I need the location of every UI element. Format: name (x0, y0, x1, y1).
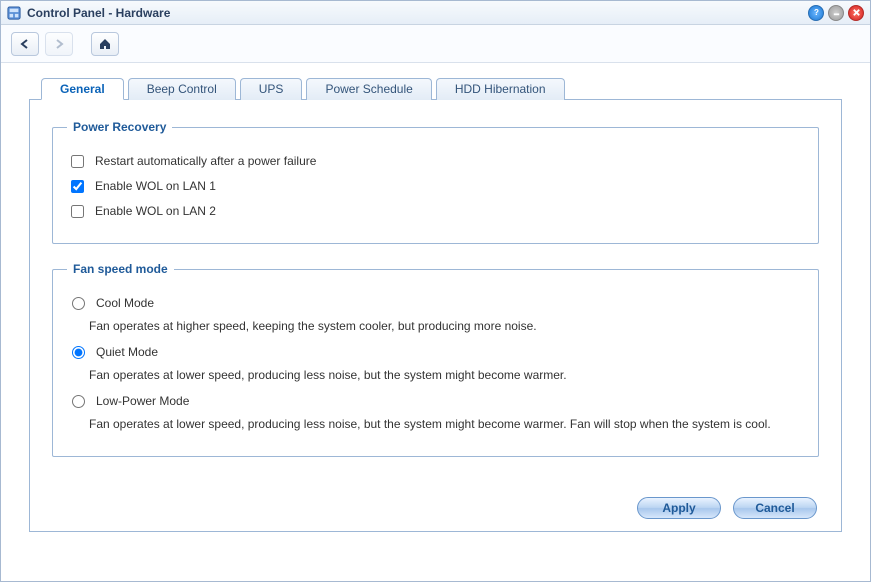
nav-toolbar (1, 25, 870, 63)
power-recovery-legend: Power Recovery (67, 120, 172, 134)
radio-input[interactable] (72, 346, 85, 359)
tab-general[interactable]: General (41, 78, 124, 100)
radio-input[interactable] (72, 297, 85, 310)
radio-quiet-desc: Fan operates at lower speed, producing l… (89, 367, 804, 384)
tab-ups[interactable]: UPS (240, 78, 303, 100)
radio-quiet-mode[interactable]: Quiet Mode (67, 345, 804, 359)
titlebar: Control Panel - Hardware ? (1, 1, 870, 25)
radio-label: Low-Power Mode (96, 394, 189, 408)
minimize-button[interactable] (828, 5, 844, 21)
tab-panel-general: Power Recovery Restart automatically aft… (29, 100, 842, 532)
window-buttons: ? (808, 5, 864, 21)
window-title: Control Panel - Hardware (27, 6, 808, 20)
forward-button[interactable] (45, 32, 73, 56)
checkbox-label: Enable WOL on LAN 1 (95, 179, 216, 193)
checkbox-label: Enable WOL on LAN 2 (95, 204, 216, 218)
svg-text:?: ? (814, 8, 819, 17)
tab-strip: General Beep Control UPS Power Schedule … (29, 77, 842, 100)
apply-button[interactable]: Apply (637, 497, 721, 519)
close-button[interactable] (848, 5, 864, 21)
tab-label: HDD Hibernation (455, 82, 546, 96)
checkbox-input[interactable] (71, 180, 84, 193)
dialog-buttons: Apply Cancel (637, 497, 817, 519)
checkbox-label: Restart automatically after a power fail… (95, 154, 316, 168)
checkbox-input[interactable] (71, 205, 84, 218)
power-recovery-group: Power Recovery Restart automatically aft… (52, 120, 819, 244)
tab-label: UPS (259, 82, 284, 96)
radio-label: Quiet Mode (96, 345, 158, 359)
radio-label: Cool Mode (96, 296, 154, 310)
radio-input[interactable] (72, 395, 85, 408)
tab-power-schedule[interactable]: Power Schedule (306, 78, 431, 100)
radio-cool-mode[interactable]: Cool Mode (67, 296, 804, 310)
checkbox-wol-lan2[interactable]: Enable WOL on LAN 2 (67, 204, 804, 221)
tab-label: Beep Control (147, 82, 217, 96)
radio-low-power-mode[interactable]: Low-Power Mode (67, 394, 804, 408)
fan-speed-group: Fan speed mode Cool Mode Fan operates at… (52, 262, 819, 457)
back-button[interactable] (11, 32, 39, 56)
help-button[interactable]: ? (808, 5, 824, 21)
home-button[interactable] (91, 32, 119, 56)
content-area: General Beep Control UPS Power Schedule … (1, 63, 870, 581)
checkbox-input[interactable] (71, 155, 84, 168)
cancel-button[interactable]: Cancel (733, 497, 817, 519)
tab-label: General (60, 82, 105, 96)
tab-hdd-hibernation[interactable]: HDD Hibernation (436, 78, 565, 100)
checkbox-wol-lan1[interactable]: Enable WOL on LAN 1 (67, 179, 804, 196)
checkbox-restart-auto[interactable]: Restart automatically after a power fail… (67, 154, 804, 171)
radio-low-power-desc: Fan operates at lower speed, producing l… (89, 416, 804, 433)
control-panel-icon (7, 6, 21, 20)
tab-label: Power Schedule (325, 82, 412, 96)
radio-cool-desc: Fan operates at higher speed, keeping th… (89, 318, 804, 335)
window: Control Panel - Hardware ? General (0, 0, 871, 582)
fan-speed-legend: Fan speed mode (67, 262, 174, 276)
tab-beep-control[interactable]: Beep Control (128, 78, 236, 100)
